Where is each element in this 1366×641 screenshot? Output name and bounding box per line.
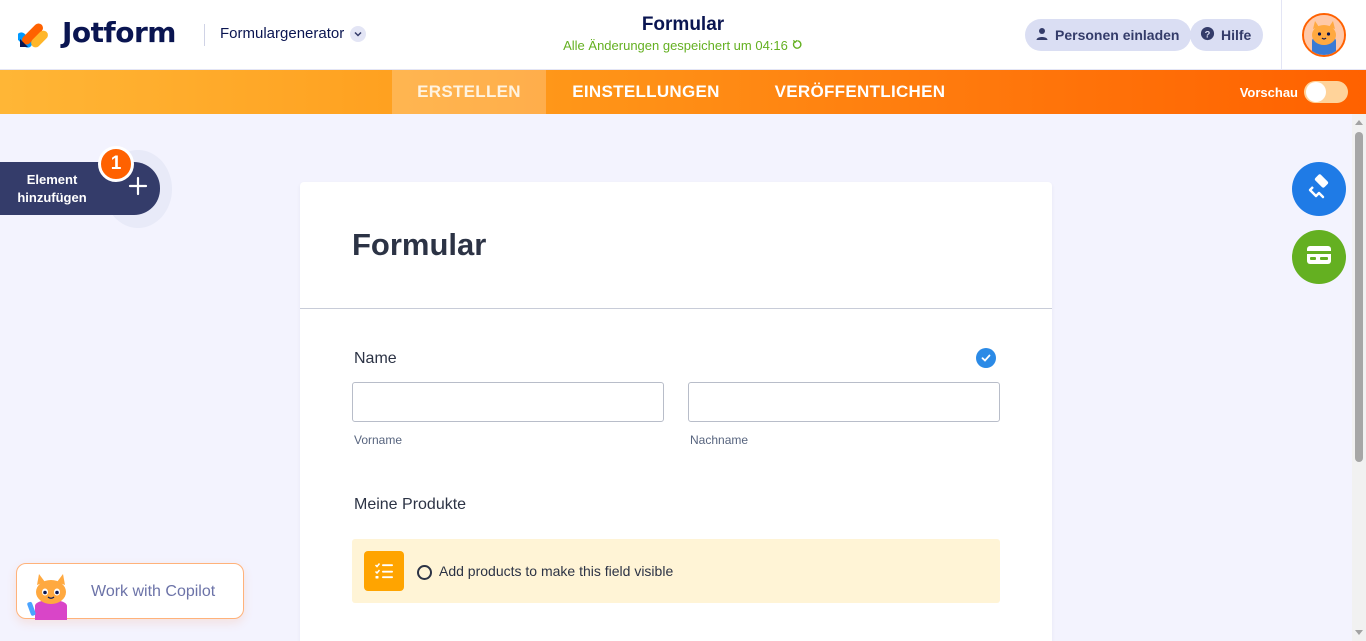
help-label: Hilfe [1221,27,1252,43]
scroll-up-arrow[interactable] [1355,120,1363,125]
last-name-input[interactable] [688,382,1000,422]
add-element-label-line1: Element [26,172,78,187]
preview-toggle[interactable] [1304,81,1348,103]
svg-text:?: ? [1205,29,1211,39]
builder-menu-label: Formulargenerator [220,25,345,42]
heading-divider [300,308,1052,309]
jotform-logo-icon [16,17,50,49]
refresh-icon [792,38,803,53]
list-check-icon [364,551,404,591]
last-name-sublabel: Nachname [690,433,749,447]
first-name-input[interactable] [352,382,664,422]
form-heading[interactable]: Formular [352,227,486,263]
question-icon: ? [1200,26,1215,44]
form-card: Formular Name Vorname Nachname Meine Pro… [300,182,1052,641]
scroll-down-arrow[interactable] [1355,630,1363,635]
avatar[interactable] [1302,13,1346,57]
invite-people-button[interactable]: Personen einladen [1025,19,1192,51]
products-field-label[interactable]: Meine Produkte [354,496,466,514]
page-scrollbar[interactable] [1352,114,1366,641]
copilot-button[interactable]: Work with Copilot [16,563,244,620]
add-element-label-line2: hinzufügen [17,190,87,205]
builder-menu[interactable]: Formulargenerator [220,25,367,42]
copilot-cat-icon [23,570,83,620]
save-status: Alle Änderungen gespeichert um 04:16 [483,38,883,53]
jotform-logo[interactable]: Jotform [16,16,176,49]
tab-veroeffentlichen[interactable]: VERÖFFENTLICHEN [746,70,974,114]
first-name-sublabel: Vorname [354,433,403,447]
invite-label: Personen einladen [1055,27,1180,43]
brand-name: Jotform [62,16,176,49]
payment-settings-button[interactable] [1292,230,1346,284]
copilot-label: Work with Copilot [91,583,216,600]
toggle-knob [1306,82,1326,102]
product-radio[interactable] [417,565,432,580]
chevron-down-icon [350,25,367,42]
header-form-name[interactable]: Formular [483,14,883,36]
user-icon [1035,27,1049,44]
products-notice-text: Add products to make this field visible [439,563,674,579]
add-element-badge: 1 [98,146,134,182]
scroll-thumb[interactable] [1355,132,1363,462]
top-header: Jotform Formulargenerator Formular Alle … [0,0,1366,70]
header-separator [1281,0,1282,70]
help-button[interactable]: ? Hilfe [1190,19,1264,51]
save-status-text: Alle Änderungen gespeichert um 04:16 [563,38,788,53]
paint-roller-icon [1306,173,1332,205]
header-divider [204,24,205,46]
credit-card-icon [1306,245,1332,270]
tab-einstellungen[interactable]: EINSTELLUNGEN [546,70,746,114]
preview-toggle-group: Vorschau [1240,81,1348,103]
builder-nav: ERSTELLEN EINSTELLUNGEN VERÖFFENTLICHEN … [0,70,1366,114]
name-field-label[interactable]: Name [354,350,397,368]
tab-erstellen[interactable]: ERSTELLEN [392,70,546,114]
preview-label: Vorschau [1239,84,1298,100]
check-circle-icon[interactable] [976,348,996,368]
plus-icon [127,175,149,202]
form-title-area: Formular Alle Änderungen gespeichert um … [483,14,883,53]
products-notice[interactable]: Add products to make this field visible [352,539,1000,603]
form-designer-button[interactable] [1292,162,1346,216]
